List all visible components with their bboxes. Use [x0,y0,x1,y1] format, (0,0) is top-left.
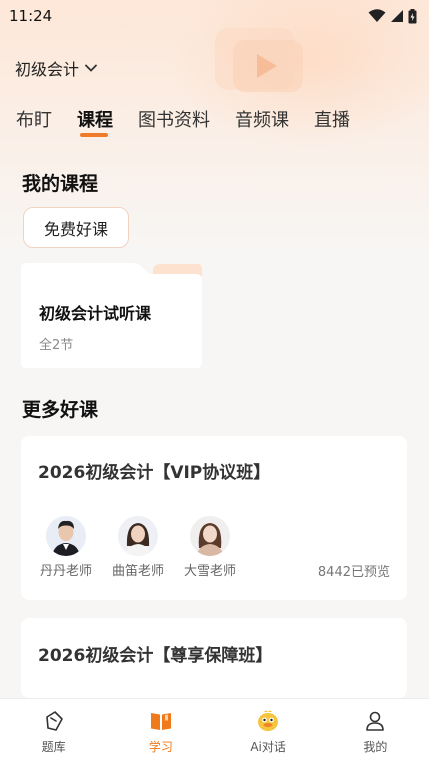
status-time: 11:24 [9,7,53,25]
profile-icon [366,711,385,731]
more-courses-title: 更多好课 [22,399,99,421]
nav-question-bank[interactable]: 题库 [0,699,107,764]
course-card[interactable]: 2026初级会计【VIP协议班】 丹丹老师 曲笛老师 大雪老师 8442已预览 [21,436,407,600]
nav-label: 我的 [363,740,388,754]
tab-live[interactable]: 直播 [314,106,350,138]
status-bar: 11:24 [0,0,429,32]
folder-lesson-count: 全2节 [39,338,74,353]
video-play-icon [215,28,303,92]
teacher: 曲笛老师 [101,516,175,579]
preview-count: 8442已预览 [317,565,390,580]
my-courses-title: 我的课程 [22,173,99,195]
nav-label: 题库 [41,740,66,754]
nav-label: 学习 [148,740,173,754]
tab-buding[interactable]: 布盯 [16,106,52,138]
tab-label: 直播 [314,110,350,131]
book-icon [150,713,171,730]
tab-courses[interactable]: 课程 [77,106,113,138]
wifi-icon [368,9,386,22]
tab-label: 图书资料 [138,110,210,131]
avatar [46,516,86,556]
avatar [118,516,158,556]
nav-ai-chat[interactable]: Ai对话 [215,699,322,764]
tab-label: 音频课 [235,110,289,131]
tab-label: 布盯 [16,110,52,131]
ai-duck-icon [258,710,279,731]
bottom-nav: 题库 学习 Ai对话 我的 [0,698,429,764]
battery-icon [408,8,417,23]
free-courses-chip[interactable]: 免费好课 [23,207,129,248]
teacher-name: 丹丹老师 [39,564,92,579]
teacher: 大雪老师 [173,516,247,579]
course-card[interactable]: 2026初级会计【尊享保障班】 [21,618,407,698]
chevron-down-icon [85,64,97,72]
question-bank-icon [45,711,63,731]
nav-label: Ai对话 [250,740,286,754]
nav-profile[interactable]: 我的 [322,699,429,764]
signal-icon [391,10,403,22]
folder-title: 初级会计试听课 [39,304,152,323]
course-folder-card[interactable]: 初级会计试听课 全2节 [21,262,202,368]
exam-selector-label: 初级会计 [15,60,80,79]
avatar [190,516,230,556]
category-tabs: 布盯 课程 图书资料 音频课 直播 [16,106,375,138]
exam-selector[interactable]: 初级会计 [15,56,97,80]
tab-books[interactable]: 图书资料 [138,106,210,138]
teacher: 丹丹老师 [29,516,103,579]
tab-label: 课程 [77,110,113,131]
status-icons [368,8,417,24]
teacher-name: 曲笛老师 [111,564,164,579]
course-title: 2026初级会计【VIP协议班】 [38,463,271,483]
active-tab-indicator [80,133,108,137]
tab-audio[interactable]: 音频课 [235,106,289,138]
nav-study[interactable]: 学习 [107,699,214,764]
teacher-name: 大雪老师 [183,564,236,579]
course-title: 2026初级会计【尊享保障班】 [38,646,273,666]
